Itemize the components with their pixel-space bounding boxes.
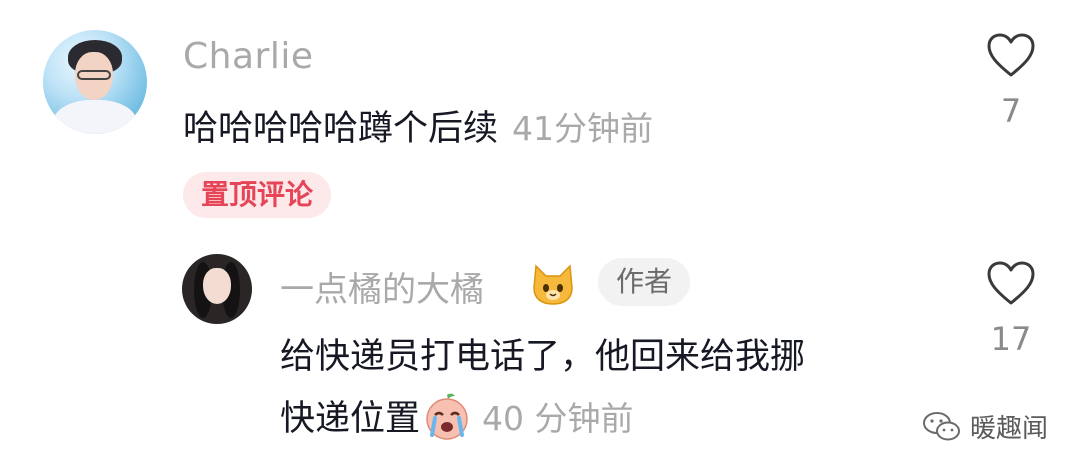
author-badge: 作者 [598,258,691,306]
comment-like-button[interactable] [986,32,1036,82]
commenter-avatar[interactable] [43,30,147,134]
reply-like-button[interactable] [986,260,1036,310]
reply-like-count: 17 [990,320,1032,358]
commenter-username[interactable]: Charlie [183,36,313,77]
reply-username[interactable]: 一点橘的大橘 [280,262,484,311]
comment-text[interactable]: 哈哈哈哈哈蹲个后续 41分钟前 [183,100,653,151]
reply-time: 40 分钟前 [482,398,634,438]
comment-like-count: 7 [1000,92,1022,130]
comment-time: 41分钟前 [512,109,654,148]
reply-avatar[interactable] [182,254,252,324]
wechat-icon [923,411,960,440]
pinned-comment-badge: 置顶评论 [183,172,332,218]
cat-face-emoji-icon [533,264,573,305]
crying-face-emoji-icon [426,393,468,440]
heart-outline-icon [987,261,1035,305]
watermark-text: 暖趣闻 [970,414,1049,444]
comment-body: 哈哈哈哈哈蹲个后续 [183,109,499,149]
reply-body-end: 快递位置 [280,399,421,439]
reply-text-line1[interactable]: 给快递员打电话了，他回来给我挪 [280,328,805,379]
source-watermark: 暖趣闻 [922,408,1048,445]
heart-outline-icon [987,33,1035,77]
reply-text-line2[interactable]: 快递位置 40 分钟前 [280,390,634,441]
